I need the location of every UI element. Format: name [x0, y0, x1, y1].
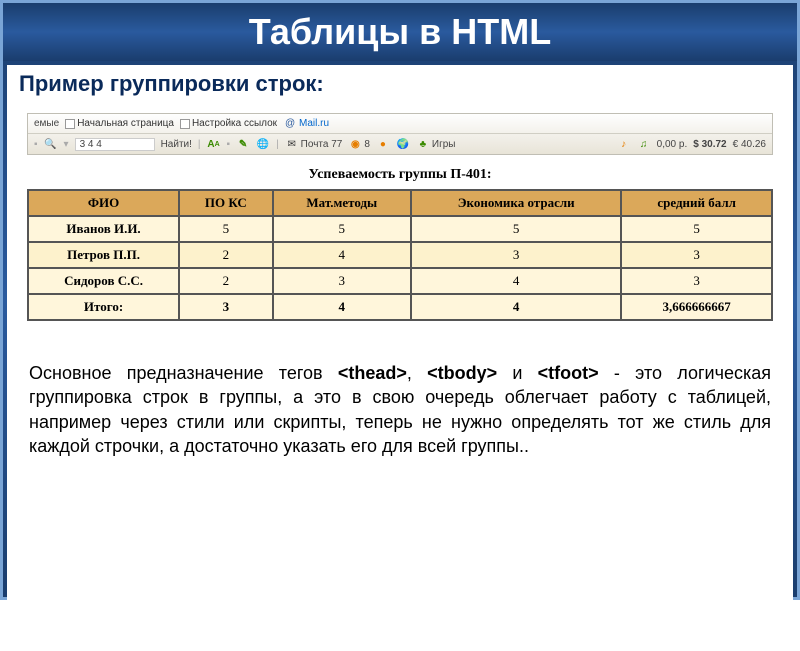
table-caption: Успеваемость группы П-401:	[27, 167, 773, 183]
tag-tbody: <tbody>	[427, 363, 497, 383]
toolbar-item[interactable]: Начальная страница	[65, 118, 174, 129]
search-input[interactable]: 3 4 4	[75, 138, 155, 151]
slide-title: Таблицы в HTML	[3, 3, 797, 61]
mail-icon: ✉	[285, 137, 299, 151]
content-area: емые Начальная страница Настройка ссылок…	[7, 103, 793, 478]
grades-table: ФИО ПО КС Мат.методы Экономика отрасли с…	[27, 189, 773, 321]
slide-subtitle: Пример группировки строк:	[19, 71, 781, 97]
pencil-icon: ✎	[236, 137, 250, 151]
games-button[interactable]: ♣Игры	[416, 137, 456, 151]
separator: ▪	[34, 139, 38, 150]
search-icon: 🔍	[44, 137, 58, 151]
toolbar-row-2: ▪ 🔍 ▾ 3 4 4 Найти! | AA ▪ ✎ 🌐 | ✉Почта 7…	[28, 134, 772, 154]
table-row: Иванов И.И. 5 5 5 5	[28, 216, 772, 242]
usd-label: $ 30.72	[693, 139, 726, 150]
col-header: Экономика отрасли	[411, 190, 621, 216]
at-icon: @	[283, 117, 297, 131]
dot-icon: ●	[376, 137, 390, 151]
subtitle-bar: Пример группировки строк:	[7, 65, 793, 103]
col-header: Мат.методы	[273, 190, 411, 216]
tag-thead: <thead>	[338, 363, 407, 383]
table-foot: Итого: 3 4 4 3,666666667	[28, 294, 772, 320]
checkbox-icon	[180, 119, 190, 129]
checkbox-icon	[65, 119, 75, 129]
toolbar-item[interactable]: Настройка ссылок	[180, 118, 277, 129]
slide: Таблицы в HTML Пример группировки строк:…	[0, 0, 800, 600]
note-icon: ♫	[637, 137, 651, 151]
globe-icon: 🌐	[256, 137, 270, 151]
font-icon: AA	[207, 137, 221, 151]
world-icon: 🌍	[396, 137, 410, 151]
col-header: ФИО	[28, 190, 179, 216]
col-header: ПО КС	[179, 190, 272, 216]
table-head: ФИО ПО КС Мат.методы Экономика отрасли с…	[28, 190, 772, 216]
col-header: средний балл	[621, 190, 772, 216]
toolbar-item[interactable]: @Mail.ru	[283, 117, 329, 131]
title-bar: Таблицы в HTML	[3, 3, 797, 61]
table-body: Иванов И.И. 5 5 5 5 Петров П.П. 2 4 3 3	[28, 216, 772, 294]
balance-label: 0,00 р.	[657, 139, 688, 150]
tag-tfoot: <tfoot>	[538, 363, 599, 383]
explanation-text: Основное предназначение тегов <thead>, <…	[27, 361, 773, 458]
toolbar-row-1: емые Начальная страница Настройка ссылок…	[28, 114, 772, 134]
mail-button[interactable]: ✉Почта 77	[285, 137, 343, 151]
friends-button[interactable]: ◉8	[348, 137, 370, 151]
game-icon: ♣	[416, 137, 430, 151]
eur-label: € 40.26	[733, 139, 766, 150]
music-icon: ♪	[617, 137, 631, 151]
browser-toolbar: емые Начальная страница Настройка ссылок…	[27, 113, 773, 155]
find-button[interactable]: Найти!	[161, 139, 192, 150]
table-row: Петров П.П. 2 4 3 3	[28, 242, 772, 268]
friends-icon: ◉	[348, 137, 362, 151]
footer-row: Итого: 3 4 4 3,666666667	[28, 294, 772, 320]
slide-body: Пример группировки строк: емые Начальная…	[7, 65, 793, 651]
toolbar-label: емые	[34, 118, 59, 129]
header-row: ФИО ПО КС Мат.методы Экономика отрасли с…	[28, 190, 772, 216]
table-row: Сидоров С.С. 2 3 4 3	[28, 268, 772, 294]
